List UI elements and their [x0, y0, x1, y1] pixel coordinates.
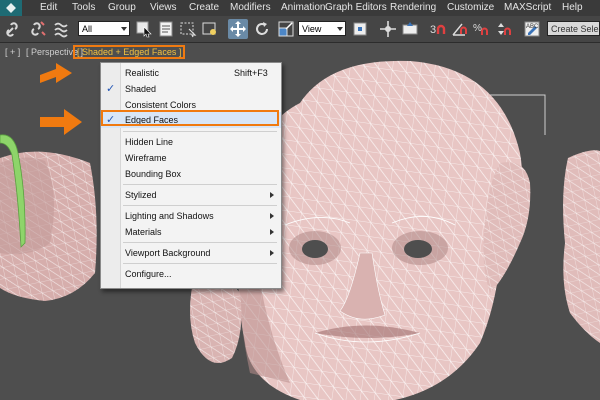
menu-customize[interactable]: Customize — [447, 2, 494, 13]
chevron-down-icon — [121, 27, 127, 31]
select-and-scale-icon[interactable] — [276, 19, 296, 39]
menu-item-label: Hidden Line — [125, 137, 174, 147]
menu-item-label: Materials — [125, 227, 162, 237]
menu-item-label: Configure... — [125, 269, 172, 279]
bind-spacewarp-icon[interactable] — [52, 19, 72, 39]
menu-item-bounding-box[interactable]: Bounding Box — [101, 166, 281, 182]
rectangular-selection-icon[interactable] — [178, 19, 198, 39]
menu-item-label: Viewport Background — [125, 248, 211, 258]
menu-maxscript[interactable]: MAXScript — [504, 2, 551, 13]
named-selection-set-field[interactable]: Create Selection Set — [547, 21, 600, 36]
select-and-rotate-icon[interactable] — [252, 19, 272, 39]
annotation-arrow-top — [40, 63, 72, 83]
menu-item-label: Stylized — [125, 190, 157, 200]
percent-snap-icon[interactable]: % — [472, 19, 492, 39]
main-toolbar: All View 3 % ABC Create Sele — [0, 16, 600, 43]
submenu-arrow-icon — [270, 250, 274, 256]
selection-filter-value: All — [82, 24, 93, 34]
wireframe-head-scene — [0, 60, 600, 400]
menu-item-label: Realistic — [125, 68, 160, 78]
menu-item-shaded[interactable]: ✓ Shaded — [101, 81, 281, 97]
viewport-menu-label[interactable]: [ + ] — [5, 47, 20, 57]
menu-separator — [123, 184, 277, 185]
menu-separator — [123, 242, 277, 243]
menu-item-label: Bounding Box — [125, 169, 182, 179]
spinner-snap-icon[interactable] — [494, 19, 514, 39]
menu-views[interactable]: Views — [150, 2, 177, 13]
menu-item-stylized[interactable]: Stylized — [101, 187, 281, 203]
select-and-manipulate-icon[interactable] — [378, 19, 398, 39]
menu-item-lighting-and-shadows[interactable]: Lighting and Shadows — [101, 208, 281, 224]
menu-tools[interactable]: Tools — [72, 2, 95, 13]
menu-item-wireframe[interactable]: Wireframe — [101, 150, 281, 166]
submenu-arrow-icon — [270, 229, 274, 235]
menu-graph-editors[interactable]: Graph Editors — [325, 2, 387, 13]
menu-animation[interactable]: Animation — [281, 2, 325, 13]
menu-item-realistic[interactable]: Realistic Shift+F3 — [101, 65, 281, 81]
menu-item-shortcut: Shift+F3 — [234, 68, 268, 78]
submenu-arrow-icon — [270, 192, 274, 198]
menu-item-label: Consistent Colors — [125, 100, 197, 110]
menu-group[interactable]: Group — [108, 2, 136, 13]
menu-create[interactable]: Create — [189, 2, 219, 13]
perspective-viewport[interactable]: [ + ] [ Perspective ] [ Shaded + Edged F… — [0, 43, 600, 400]
svg-text:%: % — [473, 23, 482, 34]
menu-help[interactable]: Help — [562, 2, 583, 13]
menu-item-label: Shaded — [125, 84, 157, 94]
menu-item-label: Lighting and Shadows — [125, 211, 214, 221]
menu-item-hidden-line[interactable]: Hidden Line — [101, 134, 281, 150]
keyboard-shortcut-override-icon[interactable] — [400, 19, 420, 39]
select-by-name-icon[interactable] — [156, 19, 176, 39]
menu-item-materials[interactable]: Materials — [101, 224, 281, 240]
link-icon[interactable] — [4, 19, 24, 39]
pivot-point-center-icon[interactable] — [350, 19, 370, 39]
angle-snap-icon[interactable] — [450, 19, 470, 39]
menu-item-configure[interactable]: Configure... — [101, 266, 281, 282]
selection-filter-dropdown[interactable]: All — [78, 21, 130, 36]
unlink-icon[interactable] — [28, 19, 48, 39]
menu-edit[interactable]: Edit — [40, 2, 57, 13]
menu-item-edged-faces[interactable]: ✓ Edged Faces — [101, 112, 281, 128]
select-and-move-icon[interactable] — [228, 19, 248, 39]
checkmark-icon: ✓ — [106, 114, 116, 126]
menu-separator — [123, 263, 277, 264]
named-selection-set-placeholder: Create Selection Set — [551, 24, 599, 34]
menu-separator — [123, 205, 277, 206]
window-crossing-icon[interactable] — [200, 19, 220, 39]
submenu-arrow-icon — [270, 213, 274, 219]
menu-item-label: Edged Faces — [125, 115, 179, 125]
svg-text:ABC: ABC — [526, 24, 539, 30]
menu-modifiers[interactable]: Modifiers — [230, 2, 271, 13]
shading-context-menu: Realistic Shift+F3 ✓ Shaded Consistent C… — [100, 62, 282, 289]
select-object-icon[interactable] — [134, 19, 154, 39]
reference-coordinate-value: View — [302, 24, 322, 34]
menu-separator — [123, 131, 277, 132]
menu-item-consistent-colors[interactable]: Consistent Colors — [101, 97, 281, 113]
menu-rendering[interactable]: Rendering — [390, 2, 436, 13]
annotation-arrow-edged-faces — [40, 109, 82, 135]
menu-item-viewport-background[interactable]: Viewport Background — [101, 245, 281, 261]
right-hand-mesh — [563, 150, 600, 343]
viewport-shading-label[interactable]: [ Shaded + Edged Faces ] — [73, 45, 186, 59]
reference-coordinate-dropdown[interactable]: View — [298, 21, 346, 36]
snaps-toggle-icon[interactable]: 3 — [428, 19, 448, 39]
app-logo-icon[interactable] — [0, 0, 22, 16]
menu-bar: Edit Tools Group Views Create Modifiers … — [0, 0, 600, 17]
chevron-down-icon — [337, 27, 343, 31]
edit-named-selection-icon[interactable]: ABC — [522, 19, 542, 39]
svg-text:3: 3 — [430, 24, 436, 36]
checkmark-icon: ✓ — [106, 83, 116, 95]
menu-item-label: Wireframe — [125, 153, 167, 163]
